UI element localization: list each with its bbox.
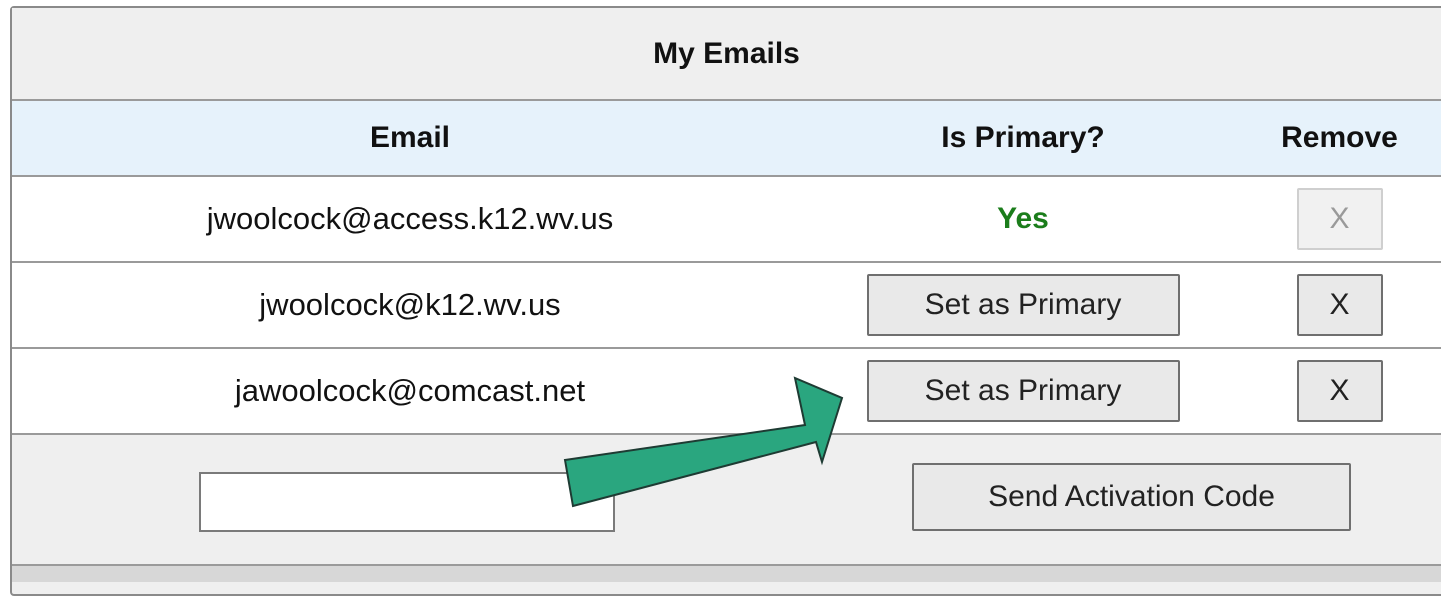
- email-address: jawoolcock@comcast.net: [234, 373, 586, 408]
- table-row: jwoolcock@access.k12.wv.us Yes X: [12, 177, 1441, 263]
- column-header-remove: Remove: [1281, 121, 1398, 154]
- primary-status: Yes: [997, 202, 1049, 235]
- panel-title: My Emails: [12, 8, 1441, 101]
- email-address: jwoolcock@access.k12.wv.us: [206, 201, 614, 236]
- set-as-primary-button[interactable]: Set as Primary: [866, 360, 1180, 422]
- table-row: jwoolcock@k12.wv.us Set as Primary X: [12, 263, 1441, 349]
- set-as-primary-button[interactable]: Set as Primary: [866, 274, 1180, 336]
- remove-button[interactable]: X: [1296, 360, 1383, 422]
- new-email-input[interactable]: [199, 472, 615, 532]
- panel-bottom-edge: [12, 564, 1441, 582]
- table-row: jawoolcock@comcast.net Set as Primary X: [12, 349, 1441, 435]
- column-header-is-primary: Is Primary?: [941, 121, 1105, 154]
- column-header-email: Email: [369, 121, 451, 154]
- send-activation-code-button[interactable]: Send Activation Code: [912, 463, 1351, 531]
- remove-button: X: [1296, 188, 1383, 250]
- remove-button[interactable]: X: [1296, 274, 1383, 336]
- table-header: Email Is Primary? Remove: [12, 101, 1441, 177]
- email-address: jwoolcock@k12.wv.us: [259, 287, 561, 322]
- add-email-row: Send Activation Code: [12, 436, 1441, 564]
